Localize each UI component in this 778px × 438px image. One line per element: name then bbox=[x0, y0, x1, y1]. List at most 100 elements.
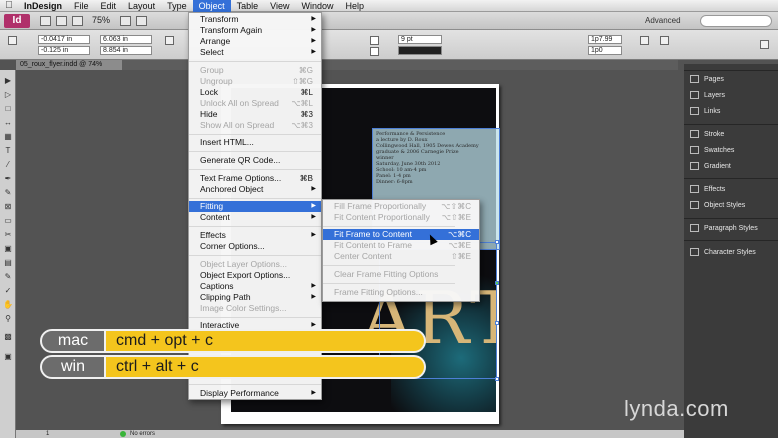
panel-stroke[interactable]: Stroke bbox=[690, 128, 724, 140]
selection-tool-icon[interactable]: ▶ bbox=[3, 76, 13, 86]
menu-item-lock[interactable]: Lock ⌘L bbox=[189, 87, 321, 98]
menu-object[interactable]: Object bbox=[192, 0, 231, 12]
menu-item-show-all: Show All on Spread ⌥⌘3 bbox=[189, 120, 321, 131]
height-field[interactable]: 8.854 in bbox=[100, 46, 152, 55]
menu-item-text-frame-options[interactable]: Text Frame Options... ⌘B bbox=[189, 173, 321, 184]
links-icon bbox=[690, 107, 699, 115]
apple-menu-icon[interactable]:  bbox=[0, 0, 18, 11]
menu-shortcut: ⌘G bbox=[298, 66, 313, 75]
menu-item-insert-html[interactable]: Insert HTML... bbox=[189, 137, 321, 148]
menu-item-arrange[interactable]: Arrange ▶ bbox=[189, 36, 321, 47]
offset-field[interactable]: 1p7.99 bbox=[588, 35, 622, 44]
menu-item-display-performance[interactable]: Display Performance ▶ bbox=[189, 388, 321, 399]
screen-mode-icon[interactable] bbox=[120, 16, 131, 26]
menu-separator bbox=[189, 384, 321, 385]
panel-character-styles[interactable]: Character Styles bbox=[690, 246, 756, 258]
distribute-icon[interactable] bbox=[660, 36, 669, 45]
gap-tool-icon[interactable]: ↔ bbox=[3, 118, 13, 128]
search-input[interactable] bbox=[700, 15, 772, 27]
panel-layers[interactable]: Layers bbox=[690, 89, 725, 101]
menu-file[interactable]: File bbox=[68, 0, 95, 12]
zoom-tool-icon[interactable]: ⚲ bbox=[3, 314, 13, 324]
page-number[interactable]: 1 bbox=[46, 430, 49, 438]
width-field[interactable]: 6.063 in bbox=[100, 35, 152, 44]
frame-handle[interactable] bbox=[495, 281, 499, 285]
stroke-weight-field[interactable]: 9 pt bbox=[398, 35, 442, 44]
menu-separator bbox=[189, 134, 321, 135]
free-transform-tool-icon[interactable]: ▣ bbox=[3, 244, 13, 254]
menu-item-anchored-object[interactable]: Anchored Object ▶ bbox=[189, 184, 321, 195]
direct-selection-tool-icon[interactable]: ▷ bbox=[3, 90, 13, 100]
fill-stroke-icon[interactable]: ▩ bbox=[3, 332, 13, 342]
gradient-tool-icon[interactable]: ▤ bbox=[3, 258, 13, 268]
menu-item-corner-options[interactable]: Corner Options... bbox=[189, 241, 321, 252]
document-tab[interactable]: 05_roux_flyer.indd @ 74% bbox=[16, 60, 122, 70]
menu-item-fit-frame-to-content[interactable]: Fit Frame to Content ⌥⌘C bbox=[323, 229, 479, 240]
bridge-icon[interactable] bbox=[40, 16, 51, 26]
win-keys: ctrl + alt + c bbox=[106, 355, 426, 379]
menu-item-clipping-path[interactable]: Clipping Path ▶ bbox=[189, 292, 321, 303]
constrain-icon[interactable] bbox=[165, 36, 174, 45]
align-icon[interactable] bbox=[640, 36, 649, 45]
type-tool-icon[interactable]: T bbox=[3, 146, 13, 156]
arrange-documents-icon[interactable] bbox=[136, 16, 147, 26]
pencil-tool-icon[interactable]: ✎ bbox=[3, 188, 13, 198]
reference-point-icon[interactable] bbox=[8, 36, 17, 45]
panel-gradient[interactable]: Gradient bbox=[690, 160, 731, 172]
menu-window[interactable]: Window bbox=[295, 0, 339, 12]
mac-label: mac bbox=[40, 329, 106, 353]
frame-handle[interactable] bbox=[495, 321, 499, 325]
rectangle-frame-tool-icon[interactable]: ⊠ bbox=[3, 202, 13, 212]
fill-swatch-icon[interactable] bbox=[370, 36, 379, 45]
note-tool-icon[interactable]: ✎ bbox=[3, 272, 13, 282]
panel-links[interactable]: Links bbox=[690, 105, 720, 117]
menu-item-transform[interactable]: Transform ▶ bbox=[189, 14, 321, 25]
line-tool-icon[interactable]: ⁄ bbox=[3, 160, 13, 170]
workspace-switcher[interactable]: Advanced bbox=[645, 16, 681, 25]
rectangle-tool-icon[interactable]: ▭ bbox=[3, 216, 13, 226]
content-collector-icon[interactable]: ▦ bbox=[3, 132, 13, 142]
menu-indesign[interactable]: InDesign bbox=[18, 0, 68, 12]
scissors-tool-icon[interactable]: ✂ bbox=[3, 230, 13, 240]
frame-handle[interactable] bbox=[495, 240, 499, 244]
panel-swatches[interactable]: Swatches bbox=[690, 144, 734, 156]
preflight-status[interactable]: No errors bbox=[130, 430, 155, 438]
y-field[interactable]: -0.125 in bbox=[38, 46, 90, 55]
zoom-level[interactable]: 75% bbox=[92, 15, 110, 25]
panel-paragraph-styles[interactable]: Paragraph Styles bbox=[690, 222, 758, 234]
menu-item-captions[interactable]: Captions ▶ bbox=[189, 281, 321, 292]
stroke-swatch-icon[interactable] bbox=[370, 47, 379, 56]
menu-item-label: Display Performance bbox=[200, 388, 279, 398]
eyedropper-tool-icon[interactable]: ✓ bbox=[3, 286, 13, 296]
menu-layout[interactable]: Layout bbox=[122, 0, 161, 12]
menu-item-effects[interactable]: Effects ▶ bbox=[189, 230, 321, 241]
minibridge-icon[interactable] bbox=[56, 16, 67, 26]
fitting-submenu: Fill Frame Proportionally ⌥⇧⌘C Fit Conten… bbox=[322, 199, 480, 302]
view-options-icon[interactable] bbox=[72, 16, 83, 26]
panel-pages[interactable]: Pages bbox=[690, 73, 724, 85]
menu-item-hide[interactable]: Hide ⌘3 bbox=[189, 109, 321, 120]
menu-view[interactable]: View bbox=[264, 0, 295, 12]
menu-item-select[interactable]: Select ▶ bbox=[189, 47, 321, 58]
panel-menu-icon[interactable] bbox=[760, 40, 769, 49]
panel-object-styles[interactable]: Object Styles bbox=[690, 199, 745, 211]
stroke-type-select[interactable] bbox=[398, 46, 442, 55]
menu-edit[interactable]: Edit bbox=[95, 0, 123, 12]
menu-item-generate-qr[interactable]: Generate QR Code... bbox=[189, 155, 321, 166]
reference-field[interactable]: 1p0 bbox=[588, 46, 622, 55]
menu-item-content[interactable]: Content ▶ bbox=[189, 212, 321, 223]
pen-tool-icon[interactable]: ✒ bbox=[3, 174, 13, 184]
page-tool-icon[interactable]: □ bbox=[3, 104, 13, 114]
document-tab-bar: 05_roux_flyer.indd @ 74% bbox=[16, 60, 678, 70]
menu-table[interactable]: Table bbox=[231, 0, 265, 12]
menu-item-fitting[interactable]: Fitting ▶ bbox=[189, 201, 321, 212]
panel-effects[interactable]: Effects bbox=[690, 183, 725, 195]
menu-item-object-export-options[interactable]: Object Export Options... bbox=[189, 270, 321, 281]
menu-item-transform-again[interactable]: Transform Again ▶ bbox=[189, 25, 321, 36]
menu-help[interactable]: Help bbox=[340, 0, 371, 12]
screen-mode-tool-icon[interactable]: ▣ bbox=[3, 352, 13, 362]
frame-handle[interactable] bbox=[495, 377, 499, 381]
hand-tool-icon[interactable]: ✋ bbox=[3, 300, 13, 310]
menu-type[interactable]: Type bbox=[161, 0, 193, 12]
x-field[interactable]: -0.0417 in bbox=[38, 35, 90, 44]
